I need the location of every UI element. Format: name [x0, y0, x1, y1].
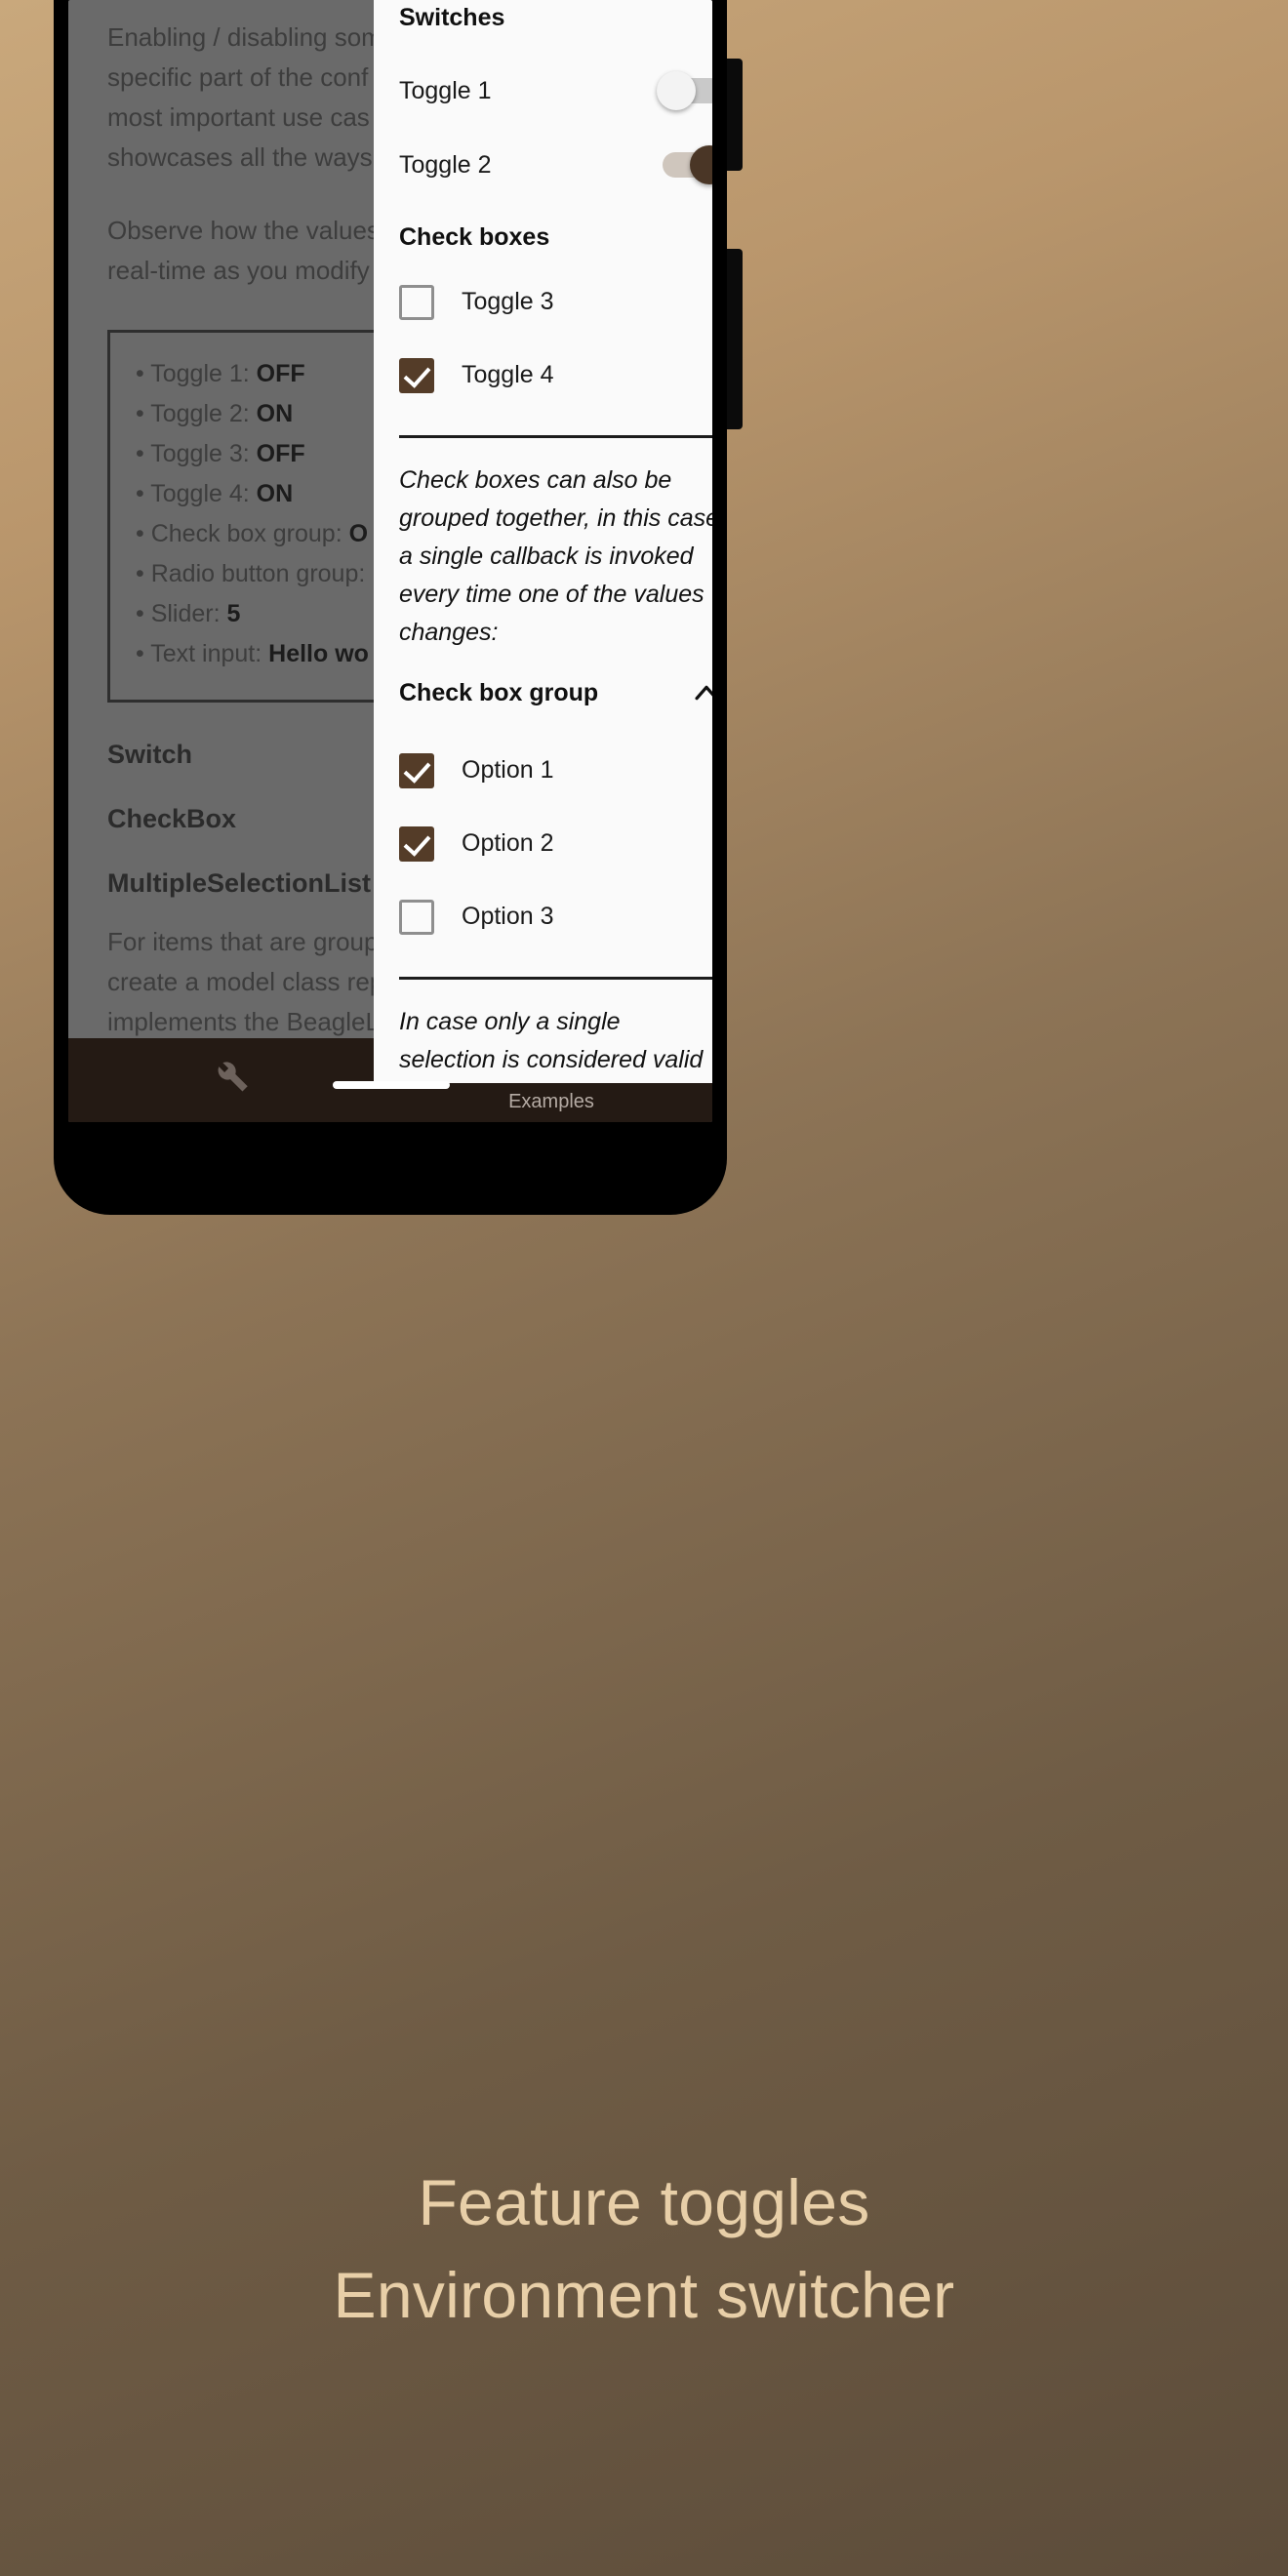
checkbox-label-toggle-3: Toggle 3 [462, 288, 554, 315]
switch-knob-icon [657, 71, 696, 110]
wrench-icon [218, 1062, 248, 1092]
checkbox-row-toggle-3[interactable]: Toggle 3 [399, 265, 712, 339]
switches-section-title: Switches [399, 4, 505, 31]
phone-side-button-upper[interactable] [727, 59, 743, 171]
caption-line-1: Feature toggles [418, 2166, 870, 2238]
checkbox-row-toggle-4[interactable]: Toggle 4 [399, 339, 712, 412]
caption-line-2: Environment switcher [333, 2259, 955, 2331]
checkbox-checked-icon[interactable] [399, 357, 434, 393]
note-checkbox-group: Check boxes can also be grouped together… [399, 466, 712, 646]
checkbox-row-option-2[interactable]: Option 2 [399, 807, 712, 880]
switch-label-toggle-1: Toggle 1 [399, 76, 492, 104]
checkbox-label-toggle-4: Toggle 4 [462, 361, 554, 388]
chevron-up-icon[interactable] [690, 676, 712, 709]
phone-mockup: Enabling / disabling som specific part o… [54, 0, 743, 1215]
switch-toggle-2[interactable] [663, 145, 712, 184]
divider [399, 977, 712, 980]
switch-row-toggle-1[interactable]: Toggle 1 [399, 54, 712, 128]
checkbox-unchecked-icon[interactable] [399, 899, 434, 935]
nav-tab-examples-label: Examples [508, 1091, 594, 1112]
checkbox-group-title: Check box group [399, 678, 599, 706]
checkboxes-section-title: Check boxes [399, 223, 550, 251]
checkbox-group-header[interactable]: Check box group [399, 652, 712, 734]
checkbox-label-option-1: Option 1 [462, 756, 554, 784]
settings-drawer-panel: Switches Toggle 1 Toggle 2 Check boxes T… [374, 0, 712, 1083]
switch-knob-icon [690, 145, 712, 184]
checkbox-row-option-3[interactable]: Option 3 [399, 880, 712, 953]
checkbox-checked-icon[interactable] [399, 825, 434, 862]
phone-side-button-lower[interactable] [727, 249, 743, 429]
switch-toggle-1[interactable] [657, 71, 712, 110]
checkbox-unchecked-icon[interactable] [399, 284, 434, 320]
phone-screen: Enabling / disabling som specific part o… [68, 0, 712, 1122]
checkbox-label-option-3: Option 3 [462, 903, 554, 930]
note-radio-group: In case only a single selection is consi… [399, 1008, 704, 1073]
home-indicator[interactable] [333, 1081, 450, 1089]
switch-label-toggle-2: Toggle 2 [399, 150, 492, 179]
divider [399, 435, 712, 438]
switch-row-toggle-2[interactable]: Toggle 2 [399, 128, 712, 202]
checkbox-checked-icon[interactable] [399, 752, 434, 788]
nav-tab-settings[interactable] [68, 1060, 390, 1101]
caption-block: Feature toggles Environment switcher [0, 2156, 1288, 2342]
checkbox-row-option-1[interactable]: Option 1 [399, 734, 712, 807]
checkbox-label-option-2: Option 2 [462, 829, 554, 857]
